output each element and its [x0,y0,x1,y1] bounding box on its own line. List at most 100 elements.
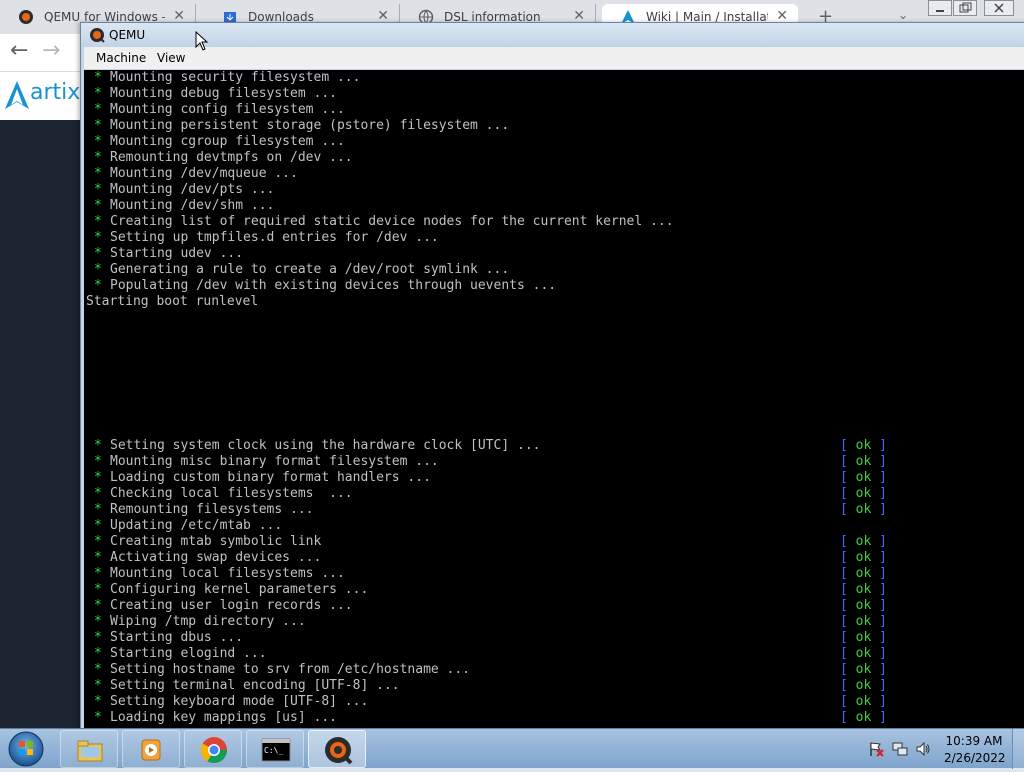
console-line-text: Creating user login records ... [110,598,353,613]
console-bullet: * [94,614,102,629]
volume-icon[interactable] [915,741,931,757]
console-line-text: Mounting security filesystem ... [110,70,361,85]
console-bullet: * [94,118,102,133]
minimize-icon [936,10,944,12]
show-desktop-button[interactable] [1012,729,1024,769]
console-status-ok: [ ok ] [840,534,887,549]
console-bullet: * [94,70,102,85]
qemu-window[interactable]: QEMU Machine View * Mounting security fil… [80,22,1024,732]
console-bullet: * [94,438,102,453]
tab-search-button[interactable]: ⌄ [898,8,908,22]
console-line-text: Loading custom binary format handlers ..… [110,470,431,485]
taskbar-button-media-player[interactable] [122,730,180,768]
ok-label: ok [855,438,872,453]
console-line-text: Mounting /dev/shm ... [110,198,275,213]
console-bullet: * [94,694,102,709]
menu-view[interactable]: View [157,51,185,65]
ok-label: ok [855,534,872,549]
console-bullet: * [94,534,102,549]
ok-label: ok [855,678,872,693]
console-bullet: * [94,198,102,213]
ok-label: ok [855,694,872,709]
taskbar-button-qemu[interactable] [308,730,366,768]
qemu-icon [19,10,33,24]
console-bullet: * [94,662,102,677]
console-bullet: * [94,678,102,693]
ok-label: ok [855,550,872,565]
qemu-title-bar[interactable]: QEMU [81,23,1024,47]
close-icon [994,3,1004,13]
site-sidebar [0,120,84,728]
artix-logo[interactable]: artix [4,80,88,112]
ok-label: ok [855,662,872,677]
clock-time[interactable]: 10:39 AM [944,734,1004,748]
taskbar-button-chrome[interactable] [184,730,242,768]
vm-console[interactable]: * Mounting security filesystem ... * Mounti… [84,70,1024,729]
console-line-text: Configuring kernel parameters ... [110,582,369,597]
console-line-text: Mounting local filesystems ... [110,566,345,581]
ok-label: ok [855,598,872,613]
forward-arrow-icon[interactable]: → [42,38,60,63]
browser-minimize-button[interactable] [928,0,952,16]
taskbar-button-command-prompt[interactable]: C:\_ [246,730,304,768]
console-bullet: * [94,86,102,101]
console-bullet: * [94,566,102,581]
ok-label: ok [855,486,872,501]
taskbar: C:\_ 10:39 AM 2/26/2022 [0,728,1024,769]
console-bullet: * [94,262,102,277]
console-line-text: Setting system clock using the hardware … [110,438,541,453]
console-status-ok: [ ok ] [840,454,887,469]
console-status-ok: [ ok ] [840,438,887,453]
console-bullet: * [94,598,102,613]
artix-logo-text: artix [30,80,81,105]
clock-date[interactable]: 2/26/2022 [944,751,1006,765]
mouse-pointer-icon [195,31,209,51]
console-line-text: Mounting /dev/mqueue ... [110,166,298,181]
console-status-ok: [ ok ] [840,614,887,629]
console-status-ok: [ ok ] [840,630,887,645]
console-line-text: Creating mtab symbolic link [110,534,322,549]
qemu-icon [325,737,353,765]
browser-restore-button[interactable] [953,0,977,16]
console-status-ok: [ ok ] [840,566,887,581]
console-line-text: Mounting /dev/pts ... [110,182,275,197]
back-arrow-icon[interactable]: ← [10,38,28,63]
browser-close-button[interactable] [984,0,1014,16]
console-line-text: Setting hostname to srv from /etc/hostna… [110,662,471,677]
start-button[interactable] [6,730,46,768]
console-line-text: Starting dbus ... [110,630,244,645]
console-bullet: * [94,630,102,645]
console-status-ok: [ ok ] [840,582,887,597]
console-line-text: Setting keyboard mode [UTF-8] ... [110,694,369,709]
console-line-text: Starting boot runlevel [86,294,259,309]
console-status-ok: [ ok ] [840,662,887,677]
network-icon[interactable] [892,741,908,757]
console-line-text: Loading key mappings [us] ... [110,710,337,725]
console-bullet: * [94,214,102,229]
action-center-flag-icon[interactable] [868,741,884,757]
chrome-icon [200,737,228,764]
console-bullet: * [94,134,102,149]
svg-text:C:\_: C:\_ [264,746,283,755]
console-status-ok: [ ok ] [840,470,887,485]
console-bullet: * [94,102,102,117]
console-status-ok: [ ok ] [840,486,887,501]
console-bullet: * [94,166,102,181]
console-line-text: Mounting debug filesystem ... [110,86,337,101]
console-line-text: Generating a rule to create a /dev/root … [110,262,510,277]
console-bullet: * [94,518,102,533]
console-line-text: Mounting misc binary format filesystem .… [110,454,439,469]
console-bullet: * [94,470,102,485]
windows-orb-icon [8,731,44,767]
media-player-icon [141,739,161,761]
menu-machine[interactable]: Machine [96,51,146,65]
console-bullet: * [94,246,102,261]
qemu-icon [90,28,105,43]
console-line-text: Wiping /tmp directory ... [110,614,306,629]
console-bullet: * [94,582,102,597]
folder-icon [77,740,103,762]
console-status-ok: [ ok ] [840,678,887,693]
console-bullet: * [94,486,102,501]
taskbar-button-file-explorer[interactable] [60,730,118,768]
console-line-text: Starting udev ... [110,246,244,261]
